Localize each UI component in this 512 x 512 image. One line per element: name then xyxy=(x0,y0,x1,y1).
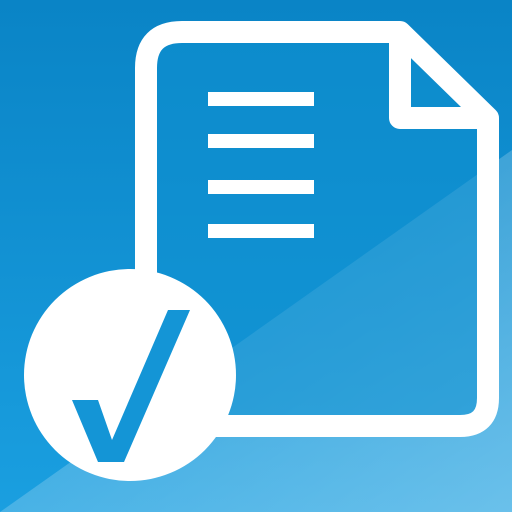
check-circle xyxy=(24,269,236,481)
app-icon[interactable] xyxy=(0,0,512,512)
text-line xyxy=(208,134,314,148)
app-icon-graphic xyxy=(0,0,512,512)
text-line xyxy=(208,180,314,194)
text-line xyxy=(208,224,314,238)
checkmark-badge-icon xyxy=(24,269,236,481)
text-line xyxy=(208,92,314,106)
